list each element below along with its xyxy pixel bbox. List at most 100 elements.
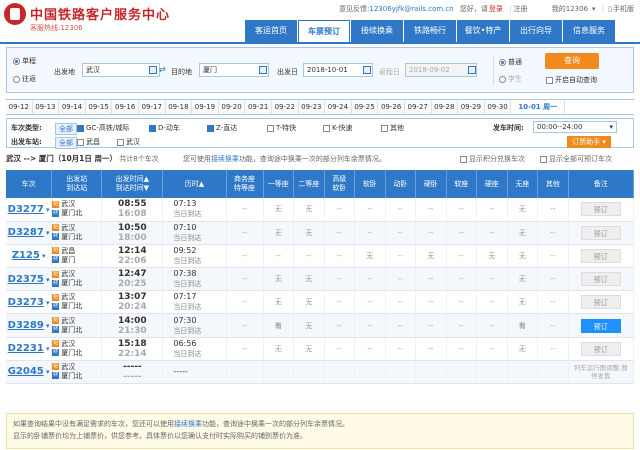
train-type-option[interactable]: K-快速 [323,123,352,133]
date-tab[interactable]: 09-29 [458,100,485,114]
train-type-checkbox[interactable] [323,124,330,132]
date-tab[interactable]: 09-14 [59,100,86,114]
date-tab[interactable]: 09-18 [165,100,193,114]
destination-station[interactable]: 终厦门北 [52,233,101,242]
station-checkbox[interactable] [117,138,124,146]
one-way-option[interactable]: 单程 [13,56,36,66]
date-tab[interactable]: 09-17 [138,100,166,114]
nav-item-1[interactable]: 客运首页 [245,20,297,42]
train-type-checkbox[interactable] [149,124,156,132]
date-tab[interactable]: 09-30 [484,100,512,114]
origin-station[interactable]: 始武汉 [52,293,101,302]
chevron-down-icon[interactable]: ▾ [592,5,596,13]
book-button[interactable]: 预订 [580,202,621,217]
destination-station[interactable]: 终厦门北 [52,279,101,288]
train-type-option[interactable]: Z-直达 [207,123,237,133]
book-button[interactable]: 预订 [580,225,621,240]
station-checkbox[interactable] [77,138,84,146]
train-type-checkbox[interactable] [77,124,84,132]
note-transfer-link[interactable]: 接续换乘 [174,420,202,428]
auto-query-option[interactable]: 开启自动查询 [546,75,597,85]
date-tab[interactable]: 09-13 [32,100,60,114]
nav-item-7[interactable]: 信息服务 [563,20,615,42]
origin-station[interactable]: 始武汉 [52,340,101,349]
train-type-option[interactable]: T-特快 [267,123,296,133]
feedback-email-link[interactable]: 12306yjfk@rails.com.cn [369,5,453,13]
date-tab[interactable]: 09-26 [378,100,405,114]
date-tab[interactable]: 09-28 [431,100,459,114]
booking-helper-button[interactable]: 订票助手 ▾ [567,136,611,148]
book-button[interactable]: 预订 [580,272,621,287]
my12306-menu[interactable]: 我的12306 [552,5,588,13]
column-header[interactable]: 出发时间▲ 到达时间▼ [101,170,164,198]
all-bookable-checkbox[interactable] [540,155,547,163]
train-number-link[interactable]: D3287 [8,227,44,238]
date-tab[interactable]: 09-25 [351,100,379,114]
origin-station[interactable]: 始武汉 [52,363,101,372]
chevron-down-icon[interactable]: ▾ [44,206,50,214]
date-tab[interactable]: 09-23 [298,100,326,114]
chevron-down-icon[interactable]: ▾ [40,252,46,260]
one-way-radio[interactable] [13,57,20,65]
date-tab[interactable]: 09-27 [404,100,432,114]
mobile-link[interactable]: 手机版 [613,5,634,13]
book-button[interactable]: 预订 [580,248,621,263]
destination-station[interactable]: 终厦门北 [52,209,101,218]
all-stations-button[interactable]: 全部 [55,137,77,149]
chevron-down-icon[interactable]: ▾ [44,229,50,237]
location-icon[interactable] [149,66,157,74]
origin-station[interactable]: 始武昌 [52,247,101,256]
origin-station[interactable]: 始武汉 [52,317,101,326]
auto-query-checkbox[interactable] [546,76,553,84]
chevron-down-icon[interactable]: ▾ [44,345,50,353]
seat-availability[interactable]: 有 [507,313,539,338]
train-number-link[interactable]: D3277 [8,204,44,215]
chevron-down-icon[interactable]: ▾ [44,368,50,376]
train-number-link[interactable]: D2231 [8,343,44,354]
date-tab[interactable]: 09-15 [85,100,113,114]
chevron-down-icon[interactable]: ▾ [44,322,50,330]
nav-item-5[interactable]: 餐饮•特产 [457,20,509,42]
nav-item-2[interactable]: 车票预订 [298,20,350,42]
nav-item-3[interactable]: 接续换乘 [351,20,403,42]
origin-station[interactable]: 始武汉 [52,200,101,209]
calendar-icon[interactable] [363,66,371,74]
nav-item-6[interactable]: 出行向导 [510,20,562,42]
destination-station[interactable]: 终厦门 [52,256,101,265]
date-tab[interactable]: 10-01 周一 [511,100,566,114]
student-ticket-option[interactable]: 学生 [499,74,522,84]
date-tab[interactable]: 09-16 [112,100,139,114]
student-radio[interactable] [499,75,506,83]
origin-station[interactable]: 始武汉 [52,270,101,279]
nav-item-4[interactable]: 铁路畅行 [404,20,456,42]
points-checkbox[interactable] [460,155,467,163]
destination-station[interactable]: 终厦门北 [52,302,101,311]
seat-availability[interactable]: 有 [263,313,295,338]
train-number-link[interactable]: G2045 [8,366,44,377]
date-tab[interactable]: 09-24 [325,100,352,114]
train-type-option[interactable]: 其他 [381,123,404,133]
calendar-icon[interactable] [468,66,476,74]
date-tab[interactable]: 09-12 [6,100,33,114]
all-types-button[interactable]: 全部 [55,123,77,135]
destination-station[interactable]: 终厦门北 [52,349,101,358]
transfer-link[interactable]: 接续换乘 [211,155,239,163]
date-tab[interactable]: 09-20 [218,100,246,114]
login-link[interactable]: 登录 [489,5,503,13]
date-tab[interactable]: 09-19 [192,100,219,114]
train-number-link[interactable]: D3289 [8,320,44,331]
location-icon[interactable] [259,66,267,74]
book-button[interactable]: 预订 [580,295,621,310]
normal-radio[interactable] [499,58,506,66]
chevron-down-icon[interactable]: ▾ [44,276,50,284]
query-button[interactable]: 查询 [545,53,599,69]
train-number-link[interactable]: Z125 [12,250,40,261]
book-button[interactable]: 预订 [580,318,621,333]
origin-station[interactable]: 始武汉 [52,224,101,233]
date-tab[interactable]: 09-22 [271,100,299,114]
round-trip-radio[interactable] [13,75,20,83]
train-type-checkbox[interactable] [267,124,274,132]
all-bookable-option[interactable]: 显示全部可预订车次 [540,154,612,164]
book-button[interactable]: 预订 [580,341,621,356]
train-type-option[interactable]: GC-高铁/城际 [77,123,129,133]
